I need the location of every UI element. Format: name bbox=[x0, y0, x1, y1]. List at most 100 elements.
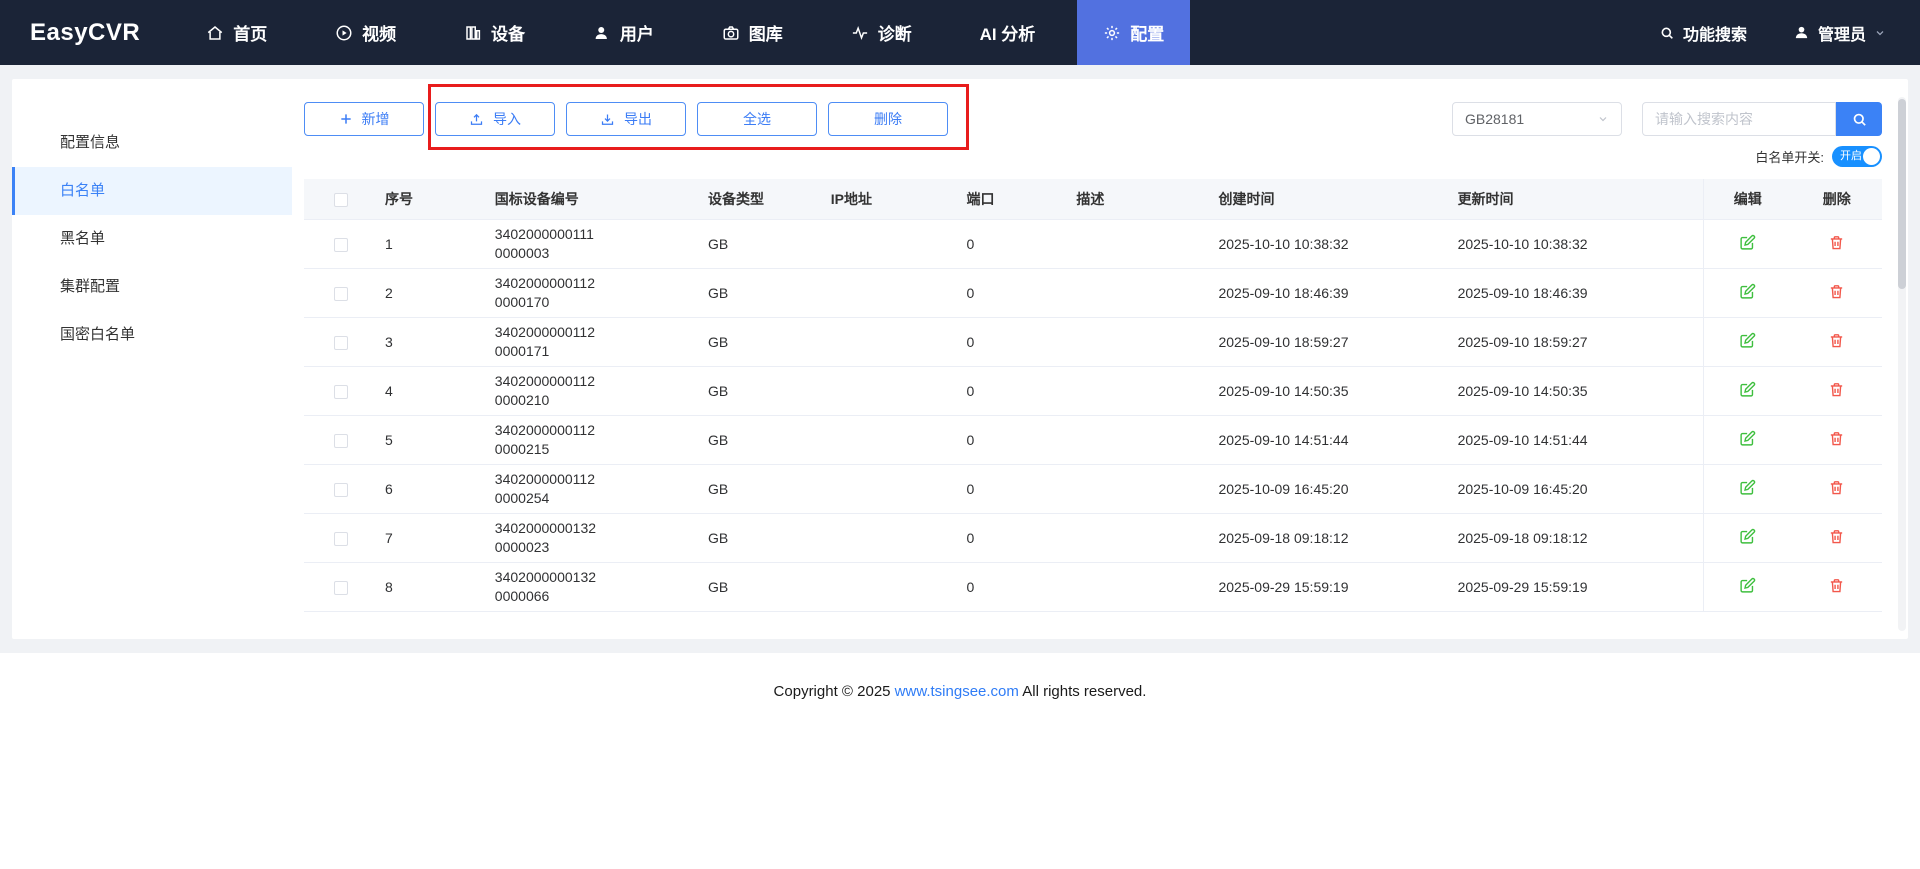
edit-icon[interactable] bbox=[1739, 528, 1756, 545]
edit-icon[interactable] bbox=[1739, 479, 1756, 496]
sidebar-item-whitelist[interactable]: 白名单 bbox=[12, 167, 292, 215]
delete-button[interactable]: 删除 bbox=[828, 102, 948, 136]
table-row: 5 3402000000112 0000215 GB 0 2025-09-10 … bbox=[304, 415, 1882, 465]
nav-item-gallery[interactable]: 图库 bbox=[696, 0, 809, 65]
delete-icon[interactable] bbox=[1828, 381, 1845, 398]
nav-label: 配置 bbox=[1130, 25, 1165, 44]
nav-item-ai-analysis[interactable]: AI 分析 bbox=[954, 0, 1062, 65]
col-header-desc: 描述 bbox=[1070, 179, 1213, 220]
row-checkbox[interactable] bbox=[334, 286, 349, 301]
delete-icon[interactable] bbox=[1828, 332, 1845, 349]
row-port: 0 bbox=[966, 284, 975, 301]
table-row: 6 3402000000112 0000254 GB 0 2025-10-09 … bbox=[304, 464, 1882, 514]
edit-icon[interactable] bbox=[1739, 234, 1756, 251]
delete-icon[interactable] bbox=[1828, 479, 1845, 496]
row-checkbox[interactable] bbox=[334, 433, 349, 448]
protocol-select[interactable]: GB28181 bbox=[1452, 102, 1622, 136]
row-checkbox[interactable] bbox=[334, 335, 349, 350]
row-port: 0 bbox=[966, 480, 975, 497]
row-checkbox[interactable] bbox=[334, 482, 349, 497]
search-input[interactable] bbox=[1642, 102, 1836, 136]
function-search-label: 功能搜索 bbox=[1682, 26, 1747, 44]
row-created-time: 2025-09-18 09:18:12 bbox=[1218, 529, 1349, 546]
nav-label: 首页 bbox=[233, 25, 268, 44]
delete-icon[interactable] bbox=[1828, 283, 1845, 300]
delete-icon[interactable] bbox=[1828, 528, 1845, 545]
row-created-time: 2025-10-09 16:45:20 bbox=[1218, 480, 1349, 497]
row-checkbox[interactable] bbox=[334, 531, 349, 546]
page-body: 配置信息 白名单 黑名单 集群配置 国密白名单 新增 导入 导出 全选 删除 G… bbox=[0, 65, 1920, 653]
top-navbar: EasyCVR 首页 视频 设备 用户 图库 诊断 AI 分析 配置 功能搜索 … bbox=[0, 0, 1920, 65]
row-created-time: 2025-09-10 14:51:44 bbox=[1218, 431, 1349, 448]
nav-item-home[interactable]: 首页 bbox=[180, 0, 293, 65]
row-index: 6 bbox=[384, 480, 393, 497]
row-checkbox[interactable] bbox=[334, 237, 349, 252]
gallery-icon bbox=[722, 24, 740, 42]
nav-item-diagnosis[interactable]: 诊断 bbox=[825, 0, 938, 65]
search-icon bbox=[1851, 111, 1868, 128]
select-all-checkbox[interactable] bbox=[334, 192, 349, 207]
import-button[interactable]: 导入 bbox=[435, 102, 555, 136]
add-button-label: 新增 bbox=[361, 111, 390, 127]
row-port: 0 bbox=[966, 333, 975, 350]
nav-item-config[interactable]: 配置 bbox=[1077, 0, 1191, 65]
col-header-created: 创建时间 bbox=[1212, 179, 1452, 220]
col-header-delete: 删除 bbox=[1791, 179, 1882, 220]
row-created-time: 2025-09-10 14:50:35 bbox=[1218, 382, 1349, 399]
export-button[interactable]: 导出 bbox=[566, 102, 686, 136]
search-button[interactable] bbox=[1836, 102, 1882, 136]
row-device-type: GB bbox=[708, 529, 729, 546]
toggle-state-label: 开启 bbox=[1840, 150, 1862, 162]
user-icon bbox=[593, 24, 611, 42]
vertical-scrollbar bbox=[1898, 97, 1906, 631]
page-footer: Copyright © 2025 www.tsingsee.com All ri… bbox=[0, 653, 1920, 700]
row-created-time: 2025-09-10 18:59:27 bbox=[1218, 333, 1349, 350]
sidebar-item-gm-whitelist[interactable]: 国密白名单 bbox=[12, 311, 292, 359]
row-index: 4 bbox=[384, 382, 393, 399]
user-menu[interactable]: 管理员 bbox=[1793, 21, 1886, 45]
whitelist-toggle[interactable]: 开启 bbox=[1832, 146, 1882, 167]
row-checkbox[interactable] bbox=[334, 580, 349, 595]
sidebar-item-cluster-config[interactable]: 集群配置 bbox=[12, 263, 292, 311]
row-port: 0 bbox=[966, 578, 975, 595]
add-button[interactable]: 新增 bbox=[304, 102, 424, 136]
app-logo: EasyCVR bbox=[30, 18, 141, 46]
row-updated-time: 2025-09-10 14:51:44 bbox=[1457, 431, 1588, 448]
col-header-type: 设备类型 bbox=[702, 179, 825, 220]
row-updated-time: 2025-09-10 18:46:39 bbox=[1457, 284, 1588, 301]
function-search[interactable]: 功能搜索 bbox=[1659, 21, 1747, 45]
select-all-button[interactable]: 全选 bbox=[697, 102, 817, 136]
whitelist-switch-row: 白名单开关: 开启 bbox=[304, 146, 1882, 167]
config-sidebar: 配置信息 白名单 黑名单 集群配置 国密白名单 bbox=[12, 79, 292, 639]
sidebar-item-blacklist[interactable]: 黑名单 bbox=[12, 215, 292, 263]
edit-icon[interactable] bbox=[1739, 381, 1756, 398]
nav-item-video[interactable]: 视频 bbox=[309, 0, 422, 65]
row-device-type: GB bbox=[708, 480, 729, 497]
row-device-type: GB bbox=[708, 382, 729, 399]
delete-icon[interactable] bbox=[1828, 577, 1845, 594]
plus-icon bbox=[339, 112, 353, 126]
sidebar-item-config-info[interactable]: 配置信息 bbox=[12, 119, 292, 167]
table-row: 4 3402000000112 0000210 GB 0 2025-09-10 … bbox=[304, 366, 1882, 416]
edit-icon[interactable] bbox=[1739, 283, 1756, 300]
row-device-id: 3402000000112 0000254 bbox=[488, 464, 703, 514]
scrollbar-thumb[interactable] bbox=[1898, 99, 1906, 289]
nav-item-user[interactable]: 用户 bbox=[567, 0, 680, 65]
edit-icon[interactable] bbox=[1739, 332, 1756, 349]
edit-icon[interactable] bbox=[1739, 577, 1756, 594]
download-icon bbox=[600, 112, 615, 127]
nav-label: 诊断 bbox=[877, 25, 912, 44]
delete-icon[interactable] bbox=[1828, 430, 1845, 447]
whitelist-panel: 新增 导入 导出 全选 删除 GB28181 请输入搜索内容 白名单开关: 开启… bbox=[292, 79, 1908, 639]
edit-icon[interactable] bbox=[1739, 430, 1756, 447]
row-checkbox[interactable] bbox=[334, 384, 349, 399]
delete-icon[interactable] bbox=[1828, 234, 1845, 251]
table-row: 3 3402000000112 0000171 GB 0 2025-09-10 … bbox=[304, 317, 1882, 367]
row-device-id: 3402000000112 0000215 bbox=[488, 415, 703, 465]
row-updated-time: 2025-09-10 14:50:35 bbox=[1457, 382, 1588, 399]
nav-item-device[interactable]: 设备 bbox=[438, 0, 551, 65]
row-port: 0 bbox=[966, 529, 975, 546]
nav-label: AI 分析 bbox=[979, 25, 1036, 44]
chevron-down-icon bbox=[1597, 113, 1609, 125]
footer-link[interactable]: www.tsingsee.com bbox=[895, 683, 1019, 700]
